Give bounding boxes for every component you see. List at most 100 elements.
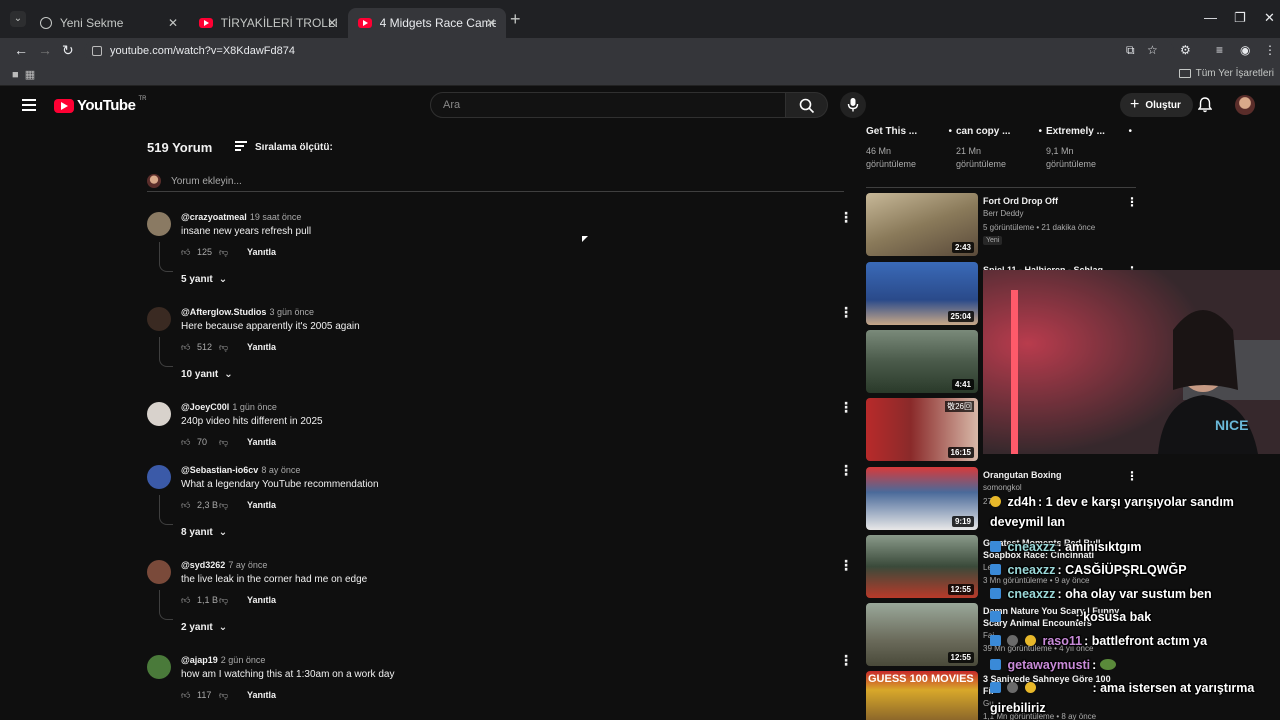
site-info-icon[interactable]: [92, 46, 102, 56]
notifications-bell-icon[interactable]: [1197, 97, 1213, 118]
browser-tab[interactable]: Yeni Sekme ✕: [30, 8, 188, 38]
comment-menu-icon[interactable]: ⋮: [839, 399, 853, 416]
like-icon[interactable]: 👍︎: [181, 690, 191, 700]
video-title[interactable]: Orangutan Boxing: [983, 469, 1123, 481]
voice-search-button[interactable]: [840, 92, 866, 118]
all-bookmarks-button[interactable]: Tüm Yer İşaretleri: [1178, 68, 1274, 79]
show-replies-button[interactable]: 5 yanıt ⌄: [181, 274, 227, 285]
dislike-icon[interactable]: 👎︎: [219, 500, 229, 510]
like-icon[interactable]: 👍︎: [181, 247, 191, 257]
like-icon[interactable]: 👍︎: [181, 500, 191, 510]
like-icon[interactable]: 👍︎: [181, 437, 191, 447]
add-comment-box[interactable]: Yorum ekleyin...: [147, 174, 844, 192]
video-channel[interactable]: Berr Deddy: [983, 209, 1023, 218]
video-thumbnail[interactable]: 4:41: [866, 330, 978, 393]
menu-kebab-icon[interactable]: ⋮: [1264, 43, 1276, 57]
comment-time[interactable]: 1 gün önce: [232, 402, 277, 412]
comment-menu-icon[interactable]: ⋮: [839, 557, 853, 574]
dislike-icon[interactable]: 👎︎: [219, 247, 229, 257]
comment-author[interactable]: @ajap19: [181, 655, 218, 665]
show-replies-button[interactable]: 8 yanıt ⌄: [181, 527, 227, 538]
video-menu-icon[interactable]: ⋮: [1126, 469, 1138, 483]
url-text[interactable]: youtube.com/watch?v=X8KdawFd874: [110, 45, 295, 57]
avatar[interactable]: [147, 560, 171, 584]
comment-menu-icon[interactable]: ⋮: [839, 209, 853, 226]
extensions-icon[interactable]: ⚙: [1180, 43, 1191, 57]
video-thumbnail[interactable]: 2:43: [866, 193, 978, 256]
dislike-icon[interactable]: 👎︎: [219, 437, 229, 447]
maximize-button[interactable]: ❐: [1234, 10, 1246, 26]
comment-time[interactable]: 19 saat önce: [250, 212, 302, 222]
tab-search-button[interactable]: ⌄: [10, 11, 26, 27]
reload-button[interactable]: ↻: [62, 42, 74, 59]
comment-time[interactable]: 2 gün önce: [221, 655, 266, 665]
short-card[interactable]: Extremely ... 9,1 Mn görüntüleme •: [1046, 126, 1136, 171]
video-thumbnail[interactable]: 25:04: [866, 262, 978, 325]
omnibox[interactable]: youtube.com/watch?v=X8KdawFd874: [84, 40, 1174, 62]
create-button[interactable]: + Oluştur: [1120, 93, 1193, 117]
youtube-logo[interactable]: YouTube TR: [54, 96, 146, 114]
window-close-button[interactable]: ✕: [1264, 10, 1275, 26]
media-control-icon[interactable]: ≡: [1216, 43, 1223, 57]
browser-tab[interactable]: TİRYAKİLERİ TROLLEDİM 2 | (% ✕: [189, 8, 347, 38]
search-button[interactable]: [786, 92, 828, 118]
more-icon[interactable]: •: [948, 126, 952, 137]
reply-button[interactable]: Yanıtla: [247, 342, 276, 352]
avatar[interactable]: [147, 402, 171, 426]
avatar[interactable]: [147, 212, 171, 236]
apps-icon[interactable]: ■ ▦: [12, 68, 35, 81]
short-card[interactable]: can copy ... 21 Mn görüntüleme •: [956, 126, 1046, 171]
short-card[interactable]: Get This ... 46 Mn görüntüleme •: [866, 126, 956, 171]
comment-author[interactable]: @crazyoatmeal: [181, 212, 247, 222]
reply-button[interactable]: Yanıtla: [247, 437, 276, 447]
dislike-icon[interactable]: 👎︎: [219, 690, 229, 700]
close-icon[interactable]: ✕: [327, 16, 337, 30]
show-replies-button[interactable]: 2 yanıt ⌄: [181, 622, 227, 633]
avatar[interactable]: [147, 655, 171, 679]
account-avatar[interactable]: [1235, 95, 1255, 115]
dislike-icon[interactable]: 👎︎: [219, 342, 229, 352]
comment-author[interactable]: @JoeyC00l: [181, 402, 229, 412]
reply-button[interactable]: Yanıtla: [247, 247, 276, 257]
reply-button[interactable]: Yanıtla: [247, 690, 276, 700]
close-icon[interactable]: ✕: [168, 16, 178, 30]
browser-tab-active[interactable]: 4 Midgets Race Camel - YouTub ✕: [348, 8, 506, 38]
bookmark-star-icon[interactable]: ☆: [1147, 43, 1158, 57]
dislike-icon[interactable]: 👎︎: [219, 595, 229, 605]
video-title[interactable]: Fort Ord Drop Off: [983, 195, 1123, 207]
search-input[interactable]: [431, 93, 785, 117]
like-icon[interactable]: 👍︎: [181, 595, 191, 605]
comment-menu-icon[interactable]: ⋮: [839, 462, 853, 479]
close-icon[interactable]: ✕: [486, 16, 496, 30]
video-channel[interactable]: somongkol: [983, 483, 1022, 492]
install-icon[interactable]: ⧉: [1126, 43, 1135, 58]
comment-time[interactable]: 8 ay önce: [261, 465, 300, 475]
comment-author[interactable]: @syd3262: [181, 560, 225, 570]
reply-button[interactable]: Yanıtla: [247, 595, 276, 605]
comment-menu-icon[interactable]: ⋮: [839, 304, 853, 321]
video-menu-icon[interactable]: ⋮: [1126, 195, 1138, 209]
video-thumbnail[interactable]: 敬26回 16:15: [866, 398, 978, 461]
avatar[interactable]: [147, 307, 171, 331]
video-thumbnail[interactable]: 12:55: [866, 535, 978, 598]
profile-icon[interactable]: ◉: [1240, 43, 1250, 57]
new-tab-button[interactable]: +: [510, 9, 521, 30]
like-icon[interactable]: 👍︎: [181, 342, 191, 352]
sort-button[interactable]: Sıralama ölçütü:: [235, 141, 333, 153]
video-thumbnail[interactable]: 12:55: [866, 603, 978, 666]
avatar[interactable]: [147, 465, 171, 489]
show-replies-button[interactable]: 10 yanıt ⌄: [181, 369, 233, 380]
comment-time[interactable]: 3 gün önce: [269, 307, 314, 317]
hamburger-menu-icon[interactable]: [22, 99, 36, 114]
minimize-button[interactable]: —: [1204, 10, 1217, 25]
forward-button[interactable]: →: [38, 42, 52, 58]
comment-time[interactable]: 7 ay önce: [228, 560, 267, 570]
reply-button[interactable]: Yanıtla: [247, 500, 276, 510]
more-icon[interactable]: •: [1128, 126, 1132, 137]
comment-author[interactable]: @Afterglow.Studios: [181, 307, 266, 317]
comment-author[interactable]: @Sebastian-io6cv: [181, 465, 258, 475]
video-thumbnail[interactable]: 9:19: [866, 467, 978, 530]
video-thumbnail[interactable]: GUESS 100 MOVIES: [866, 671, 978, 720]
video-card[interactable]: 2:43 Fort Ord Drop Off Berr Deddy 5 görü…: [866, 193, 1166, 257]
comment-menu-icon[interactable]: ⋮: [839, 652, 853, 669]
